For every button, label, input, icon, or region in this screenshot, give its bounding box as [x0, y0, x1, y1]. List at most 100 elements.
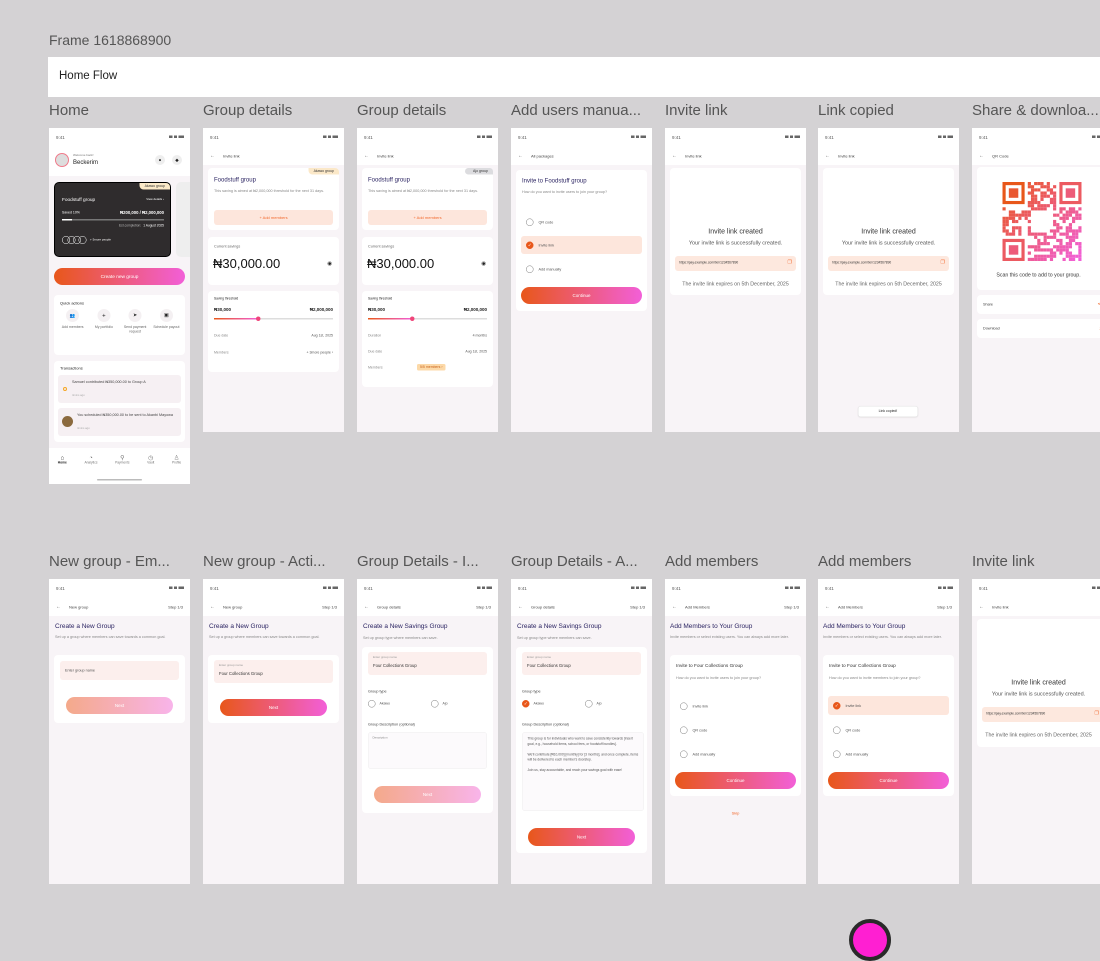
frame-home[interactable]: 9:41 Welcome back! Beckerim ● ◆ Akawo gr… — [49, 128, 190, 484]
eye-icon[interactable]: ◉ — [327, 260, 332, 267]
continue-button[interactable]: Continue — [521, 287, 642, 304]
nav-analytics[interactable]: ◔Analytics — [84, 454, 97, 484]
back-arrow-icon[interactable]: ← — [672, 153, 677, 159]
frame-title[interactable]: Link copied — [818, 102, 894, 119]
radio-ajo[interactable]: Ajo — [585, 700, 602, 708]
frame-title[interactable]: Add members — [818, 553, 911, 570]
option-add-manually[interactable]: Add manually — [828, 745, 949, 763]
back-arrow-icon[interactable]: ← — [825, 604, 830, 610]
frame-title[interactable]: Invite link — [972, 553, 1035, 570]
back-arrow-icon[interactable]: ← — [979, 153, 984, 159]
radio-checked[interactable]: ✓ — [526, 241, 534, 249]
next-button[interactable]: Next — [220, 699, 327, 716]
group-name-input[interactable]: Enter group nameFour Collections Group — [214, 660, 333, 683]
continue-button[interactable]: Continue — [675, 772, 796, 789]
description-textarea[interactable]: Description — [368, 732, 487, 769]
members-link[interactable]: + 3more people › — [306, 351, 333, 355]
threshold-slider[interactable] — [368, 318, 487, 320]
frame-add-members-empty[interactable]: 9:41 ← Add Members Step 1/3 Add Members … — [665, 579, 806, 884]
create-group-button[interactable]: Create new group — [54, 268, 185, 285]
frame-invite-link[interactable]: 9:41 ← Invite link Invite link created Y… — [665, 128, 806, 432]
frame-new-group-active[interactable]: 9:41 ← New group Step 1/3 Create a New G… — [203, 579, 344, 884]
back-arrow-icon[interactable]: ← — [979, 604, 984, 610]
frame-title[interactable]: Group details — [203, 102, 292, 119]
frame-title[interactable]: Group Details - A... — [511, 553, 638, 570]
quick-action-send-request[interactable]: ➤Send payment request — [121, 309, 149, 334]
add-members-button[interactable]: + Add members — [368, 210, 487, 225]
option-qr-code[interactable]: QR code — [675, 721, 796, 739]
group-name-input[interactable]: Enter group name — [60, 661, 179, 680]
invite-link-field[interactable]: https://pay.example.com/txn/1234567890 ❐ — [828, 256, 949, 271]
option-invite-link[interactable]: ✓Invite link — [521, 236, 642, 254]
nav-vault[interactable]: ◷Vault — [147, 454, 154, 484]
next-group-card[interactable] — [176, 182, 190, 257]
frame-title[interactable]: Add members — [665, 553, 758, 570]
add-members-button[interactable]: + Add members — [214, 210, 333, 225]
back-arrow-icon[interactable]: ← — [210, 153, 215, 159]
frame-title[interactable]: New group - Acti... — [203, 553, 326, 570]
eye-icon[interactable]: ◉ — [481, 260, 486, 267]
frame-group-setup-inactive[interactable]: 9:41 ← Group details Step 1/3 Create a N… — [357, 579, 498, 884]
frame-add-members-selected[interactable]: 9:41 ← Add Members Step 1/3 Add Members … — [818, 579, 959, 884]
members-count-badge[interactable]: 5/5 members › — [417, 364, 446, 371]
back-arrow-icon[interactable]: ← — [56, 604, 61, 610]
copy-icon[interactable]: ❐ — [788, 260, 792, 266]
group-name-input[interactable]: Enter group nameFour Collections Group — [368, 652, 487, 675]
next-button[interactable]: Next — [528, 828, 635, 846]
frame-title[interactable]: Invite link — [665, 102, 728, 119]
back-arrow-icon[interactable]: ← — [825, 153, 830, 159]
radio[interactable] — [526, 265, 534, 273]
copy-icon[interactable]: ❐ — [1095, 711, 1099, 717]
nav-home[interactable]: ⌂Home — [58, 454, 67, 484]
description-textarea[interactable]: This group is for individuals who want t… — [522, 732, 644, 811]
frame-title[interactable]: New group - Em... — [49, 553, 170, 570]
frame-title[interactable]: Home — [49, 102, 89, 119]
back-arrow-icon[interactable]: ← — [364, 604, 369, 610]
frame-group-details-ajo[interactable]: 9:41 ← Invite link Ajo group Foodstuff g… — [357, 128, 498, 432]
back-arrow-icon[interactable]: ← — [210, 604, 215, 610]
radio-ajo[interactable]: Ajo — [431, 700, 448, 708]
message-icon[interactable]: ◆ — [172, 155, 182, 165]
group-name-input[interactable]: Enter group nameFour Collections Group — [522, 652, 641, 675]
option-invite-link[interactable]: ✓Invite link — [828, 696, 949, 715]
back-arrow-icon[interactable]: ← — [518, 153, 523, 159]
frame-group-setup-active[interactable]: 9:41 ← Group details Step 1/3 Create a N… — [511, 579, 652, 884]
view-details-link[interactable]: View details › — [146, 198, 164, 201]
quick-action-add-members[interactable]: 👥Add members — [59, 309, 87, 334]
slider-knob[interactable] — [256, 317, 261, 322]
next-button[interactable]: Next — [66, 697, 173, 714]
back-arrow-icon[interactable]: ← — [672, 604, 677, 610]
collaborator-avatar[interactable] — [849, 919, 891, 961]
frame-share-download[interactable]: 9:41 ← QR Code Scan this code to add to … — [972, 128, 1100, 432]
frame-new-group-empty[interactable]: 9:41 ← New group Step 1/3 Create a New G… — [49, 579, 190, 884]
copy-icon[interactable]: ❐ — [941, 260, 945, 266]
radio-akawo[interactable]: ✓Akawo — [522, 700, 544, 708]
option-qr-code[interactable]: QR code — [521, 213, 642, 231]
back-arrow-icon[interactable]: ← — [518, 604, 523, 610]
threshold-slider[interactable] — [214, 318, 333, 320]
frame-title[interactable]: Group Details - I... — [357, 553, 479, 570]
option-add-manually[interactable]: Add manually — [521, 260, 642, 278]
continue-button[interactable]: Continue — [828, 772, 949, 789]
frame-invite-link-2[interactable]: 9:41 ← Invite link Invite link created Y… — [972, 579, 1100, 884]
frame-group-details-akawo[interactable]: 9:41 ← Invite link Akawo group Foodstuff… — [203, 128, 344, 432]
option-add-manually[interactable]: Add manually — [675, 745, 796, 763]
option-invite-link[interactable]: Invite link — [675, 697, 796, 715]
next-button[interactable]: Next — [374, 786, 481, 803]
transaction-item[interactable]: You scheduled ₦350,000.00 to be sent to … — [58, 408, 181, 436]
section-header[interactable]: Home Flow — [48, 57, 1100, 97]
quick-action-schedule-payout[interactable]: ▣Schedule payout — [152, 309, 180, 334]
group-card[interactable]: Akawo group Foodstuff group View details… — [54, 182, 171, 257]
frame-title[interactable]: Share & downloa... — [972, 102, 1099, 119]
invite-link-field[interactable]: https://pay.example.com/txn/1234567890 ❐ — [982, 707, 1100, 722]
frame-link-copied[interactable]: 9:41 ← Invite link Invite link created Y… — [818, 128, 959, 432]
share-row[interactable]: Share ⋖ — [977, 295, 1100, 314]
option-qr-code[interactable]: QR code — [828, 721, 949, 739]
transaction-item[interactable]: Samuel contributed ₦350,000.00 to Group … — [58, 375, 181, 403]
avatar[interactable] — [55, 153, 69, 167]
quick-action-portfolio[interactable]: +My portfolio — [90, 309, 118, 334]
nav-profile[interactable]: ♙Profile — [172, 454, 181, 484]
back-arrow-icon[interactable]: ← — [364, 153, 369, 159]
bell-icon[interactable]: ● — [155, 155, 165, 165]
slider-knob[interactable] — [410, 317, 415, 322]
